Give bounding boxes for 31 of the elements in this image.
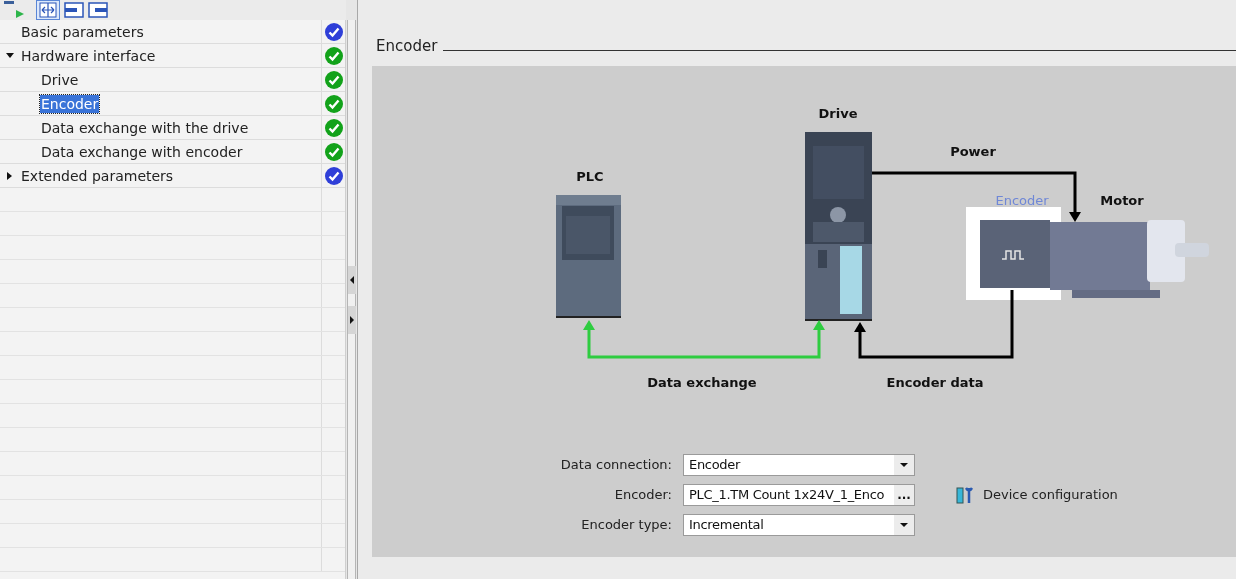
browse-field[interactable]: PLC_1.TM Count 1x24V_1_Enco ... — [683, 484, 915, 506]
device-configuration-link[interactable]: Device configuration — [983, 485, 1118, 505]
expand-right-icon[interactable] — [348, 305, 356, 334]
split-view-icon[interactable] — [36, 0, 60, 20]
field-label: Encoder: — [613, 486, 673, 505]
dropdown-field[interactable]: Encoder — [683, 454, 915, 476]
encoder-label: Encoder — [995, 193, 1049, 208]
data-exchange-label: Data exchange — [647, 375, 757, 390]
drive-label: Drive — [818, 106, 858, 121]
tree-item[interactable]: Extended parameters — [20, 166, 175, 185]
field-label: Encoder type: — [580, 516, 673, 535]
plc-label: PLC — [576, 169, 604, 184]
device-tools-icon — [955, 485, 975, 505]
tree-item[interactable]: Hardware interface — [20, 46, 157, 65]
motor-label: Motor — [1100, 193, 1144, 208]
collapse-arrow-icon[interactable] — [6, 51, 14, 60]
tree-item[interactable]: Drive — [40, 70, 80, 89]
collapse-left-icon[interactable] — [348, 265, 356, 294]
power-label: Power — [950, 144, 996, 159]
field-label: Data connection: — [559, 456, 673, 475]
expand-arrow-icon[interactable] — [6, 171, 14, 180]
encoder-data-label: Encoder data — [886, 375, 984, 390]
dropdown-field[interactable]: Incremental — [683, 514, 915, 536]
vertical-layout-icon[interactable] — [88, 2, 108, 18]
horizontal-layout-icon[interactable] — [64, 2, 84, 18]
tree-item[interactable]: Data exchange with encoder — [40, 142, 244, 161]
section-title: Encoder — [376, 37, 438, 55]
browse-button[interactable]: ... — [894, 485, 914, 505]
tree-item[interactable]: Data exchange with the drive — [40, 118, 250, 137]
tree-item[interactable]: Encoder — [40, 94, 100, 113]
tree-item[interactable]: Basic parameters — [20, 22, 145, 41]
